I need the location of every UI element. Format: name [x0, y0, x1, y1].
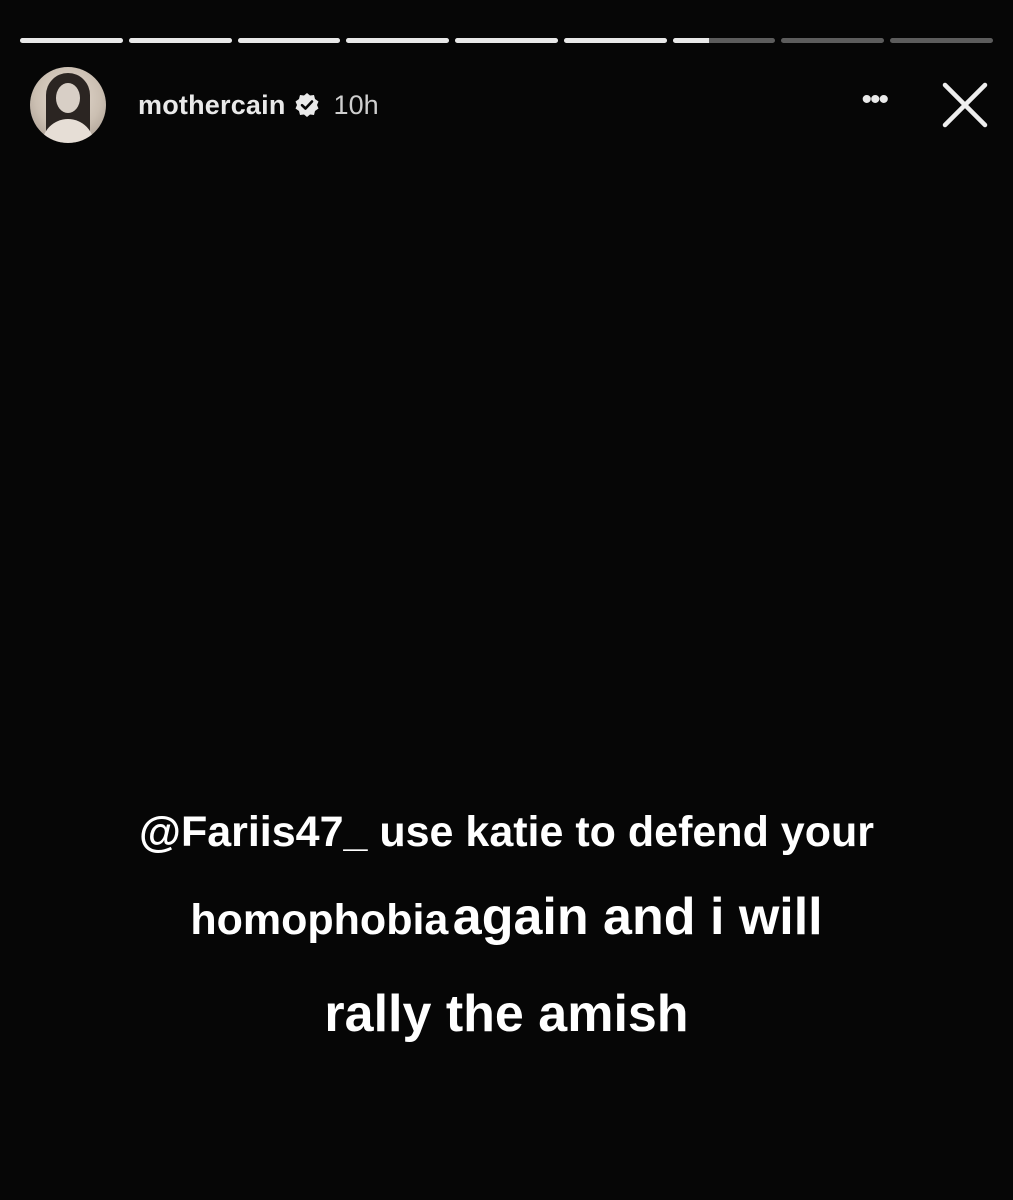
story-viewer[interactable]: mothercain 10h ••• @Fariis47_ use katie …: [0, 0, 1013, 1200]
progress-segment: [20, 38, 123, 43]
post-timestamp: 10h: [333, 89, 379, 120]
progress-segment: [672, 38, 776, 43]
progress-segment: [237, 38, 341, 43]
profile-avatar[interactable]: [30, 67, 106, 143]
story-progress-bar: [20, 38, 994, 43]
caption-line-3: rally the amish: [324, 985, 689, 1043]
story-header: mothercain 10h •••: [30, 67, 991, 143]
username[interactable]: mothercain: [138, 90, 286, 121]
caption-line-2-start: homophobia: [190, 896, 449, 944]
progress-segment: [346, 38, 450, 43]
progress-segment: [563, 38, 667, 43]
caption-line-1: @Fariis47_ use katie to defend your: [139, 808, 874, 856]
caption-line-2-end: again and i will: [452, 888, 823, 946]
progress-segment: [455, 38, 558, 43]
story-caption: @Fariis47_ use katie to defend your homo…: [0, 790, 1013, 1057]
caption-line-2: homophobia again and i will: [0, 875, 1013, 972]
progress-segment: [890, 38, 994, 43]
progress-segment: [128, 38, 232, 43]
close-button[interactable]: [939, 79, 991, 131]
verified-badge-icon: [294, 92, 320, 118]
progress-segment: [781, 38, 885, 43]
close-icon: [942, 82, 988, 128]
more-options-button[interactable]: •••: [861, 85, 888, 125]
